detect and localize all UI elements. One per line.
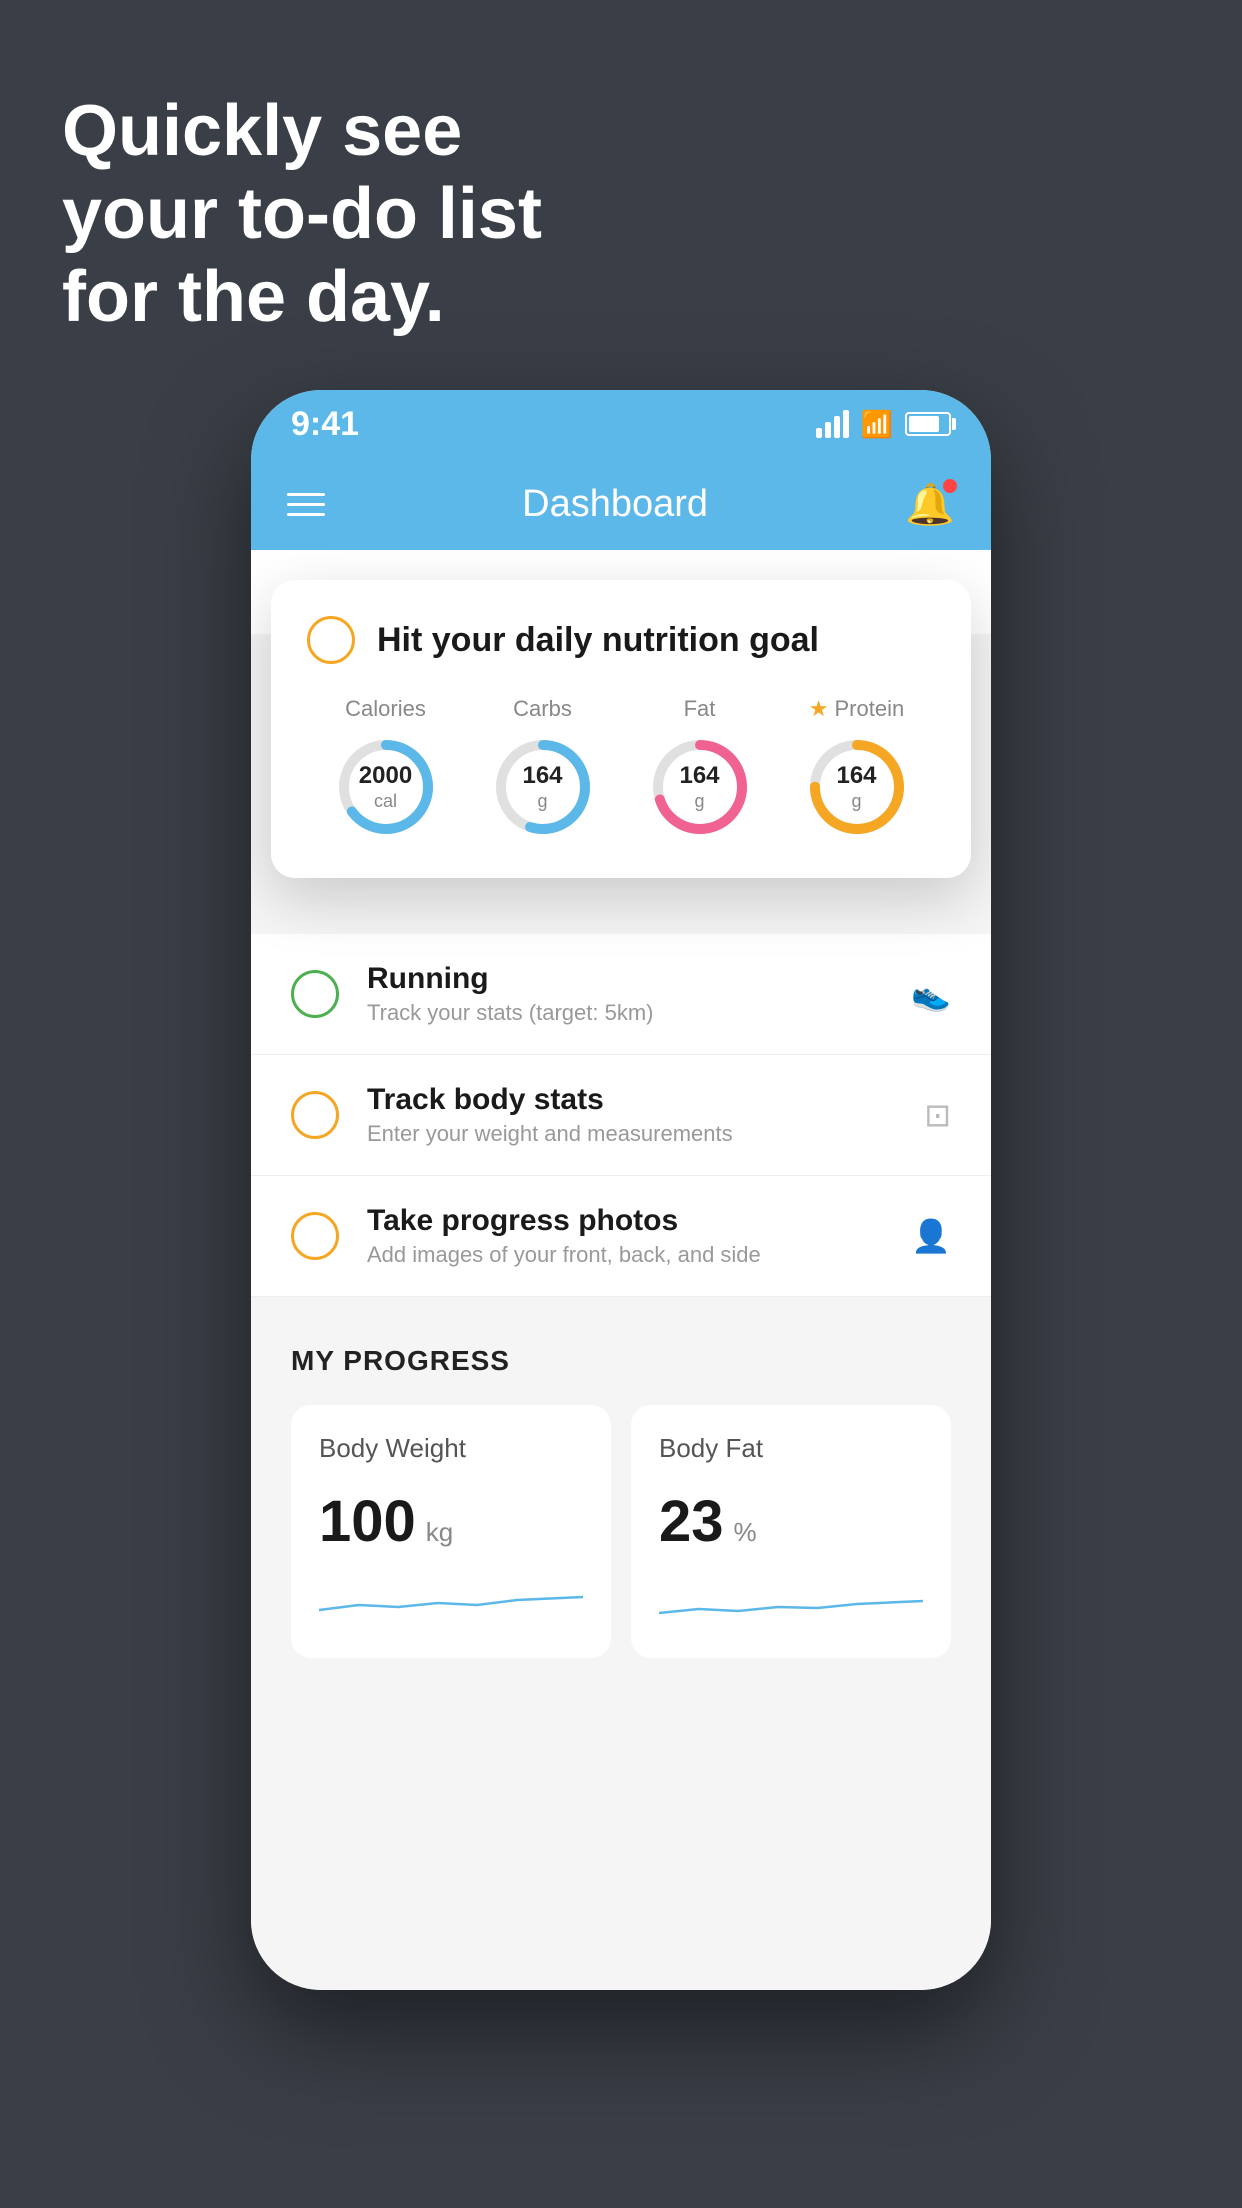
running-text: Running Track your stats (target: 5km) <box>367 962 883 1026</box>
protein-unit: g <box>836 791 876 813</box>
nav-bar: Dashboard 🔔 <box>251 458 991 550</box>
protein-star-icon: ★ <box>809 696 829 722</box>
calories-unit: cal <box>359 791 412 813</box>
photos-title: Take progress photos <box>367 1204 883 1238</box>
photos-subtitle: Add images of your front, back, and side <box>367 1242 883 1268</box>
hero-line1: Quickly see your to-do list for the day. <box>62 91 542 337</box>
carbs-unit: g <box>522 791 562 813</box>
phone-container: 9:41 📶 Dashboa <box>251 390 991 1990</box>
body-fat-unit: % <box>734 1517 757 1548</box>
body-stats-title: Track body stats <box>367 1083 896 1117</box>
body-weight-value-row: 100 kg <box>319 1488 583 1555</box>
fat-value: 164 <box>679 762 719 791</box>
body-fat-value-row: 23 % <box>659 1488 923 1555</box>
nutrition-card: Hit your daily nutrition goal Calories <box>271 580 971 878</box>
notifications-button[interactable]: 🔔 <box>905 481 955 528</box>
calories-donut: 2000 cal <box>331 732 441 842</box>
wifi-icon: 📶 <box>861 409 893 440</box>
status-time: 9:41 <box>291 405 359 444</box>
todo-item-body-stats[interactable]: Track body stats Enter your weight and m… <box>251 1055 991 1176</box>
fat-label: Fat <box>684 696 716 722</box>
protein-label: Protein <box>835 696 905 722</box>
running-icon: 👟 <box>911 975 951 1013</box>
body-stats-circle <box>291 1091 339 1139</box>
notification-dot <box>943 479 957 493</box>
body-stats-text: Track body stats Enter your weight and m… <box>367 1083 896 1147</box>
running-subtitle: Track your stats (target: 5km) <box>367 1000 883 1026</box>
running-title: Running <box>367 962 883 996</box>
nutrition-item-carbs: Carbs 164 g <box>488 696 598 842</box>
hero-text: Quickly see your to-do list for the day. <box>62 90 542 338</box>
battery-icon <box>905 412 951 436</box>
nav-title: Dashboard <box>522 483 708 526</box>
body-weight-chart <box>319 1575 583 1625</box>
card-title-row: Hit your daily nutrition goal <box>307 616 935 664</box>
todo-item-photos[interactable]: Take progress photos Add images of your … <box>251 1176 991 1297</box>
body-weight-title: Body Weight <box>319 1433 583 1464</box>
phone-content: THINGS TO DO TODAY Hit your daily nutrit… <box>251 550 991 1990</box>
fat-donut: 164 g <box>645 732 755 842</box>
phone-frame: 9:41 📶 Dashboa <box>251 390 991 1990</box>
progress-cards: Body Weight 100 kg Body Fat 23 <box>291 1405 951 1658</box>
body-fat-chart <box>659 1575 923 1625</box>
todo-item-running[interactable]: Running Track your stats (target: 5km) 👟 <box>251 934 991 1055</box>
body-weight-unit: kg <box>426 1517 453 1548</box>
carbs-label: Carbs <box>513 696 572 722</box>
hamburger-menu-button[interactable] <box>287 493 325 516</box>
nutrition-card-title: Hit your daily nutrition goal <box>377 621 819 660</box>
photos-circle <box>291 1212 339 1260</box>
carbs-value: 164 <box>522 762 562 791</box>
nutrition-goal-circle[interactable] <box>307 616 355 664</box>
calories-value: 2000 <box>359 762 412 791</box>
protein-value: 164 <box>836 762 876 791</box>
carbs-donut: 164 g <box>488 732 598 842</box>
body-fat-card[interactable]: Body Fat 23 % <box>631 1405 951 1658</box>
scale-icon: ⊡ <box>924 1096 951 1134</box>
running-circle <box>291 970 339 1018</box>
signal-icon <box>816 410 849 438</box>
status-bar: 9:41 📶 <box>251 390 991 458</box>
nutrition-item-calories: Calories 2000 cal <box>331 696 441 842</box>
fat-unit: g <box>679 791 719 813</box>
status-icons: 📶 <box>816 409 951 440</box>
protein-label-row: ★ Protein <box>809 696 904 722</box>
nutrition-grid: Calories 2000 cal <box>307 696 935 842</box>
photos-text: Take progress photos Add images of your … <box>367 1204 883 1268</box>
body-weight-value: 100 <box>319 1488 416 1555</box>
body-weight-card[interactable]: Body Weight 100 kg <box>291 1405 611 1658</box>
nutrition-item-protein: ★ Protein 164 g <box>802 696 912 842</box>
protein-donut: 164 g <box>802 732 912 842</box>
progress-title: MY PROGRESS <box>291 1345 951 1377</box>
calories-label: Calories <box>345 696 426 722</box>
nutrition-item-fat: Fat 164 g <box>645 696 755 842</box>
body-stats-subtitle: Enter your weight and measurements <box>367 1121 896 1147</box>
body-fat-title: Body Fat <box>659 1433 923 1464</box>
person-icon: 👤 <box>911 1217 951 1255</box>
todo-list: Running Track your stats (target: 5km) 👟… <box>251 934 991 1297</box>
progress-section: MY PROGRESS Body Weight 100 kg <box>251 1297 991 1658</box>
body-fat-value: 23 <box>659 1488 724 1555</box>
